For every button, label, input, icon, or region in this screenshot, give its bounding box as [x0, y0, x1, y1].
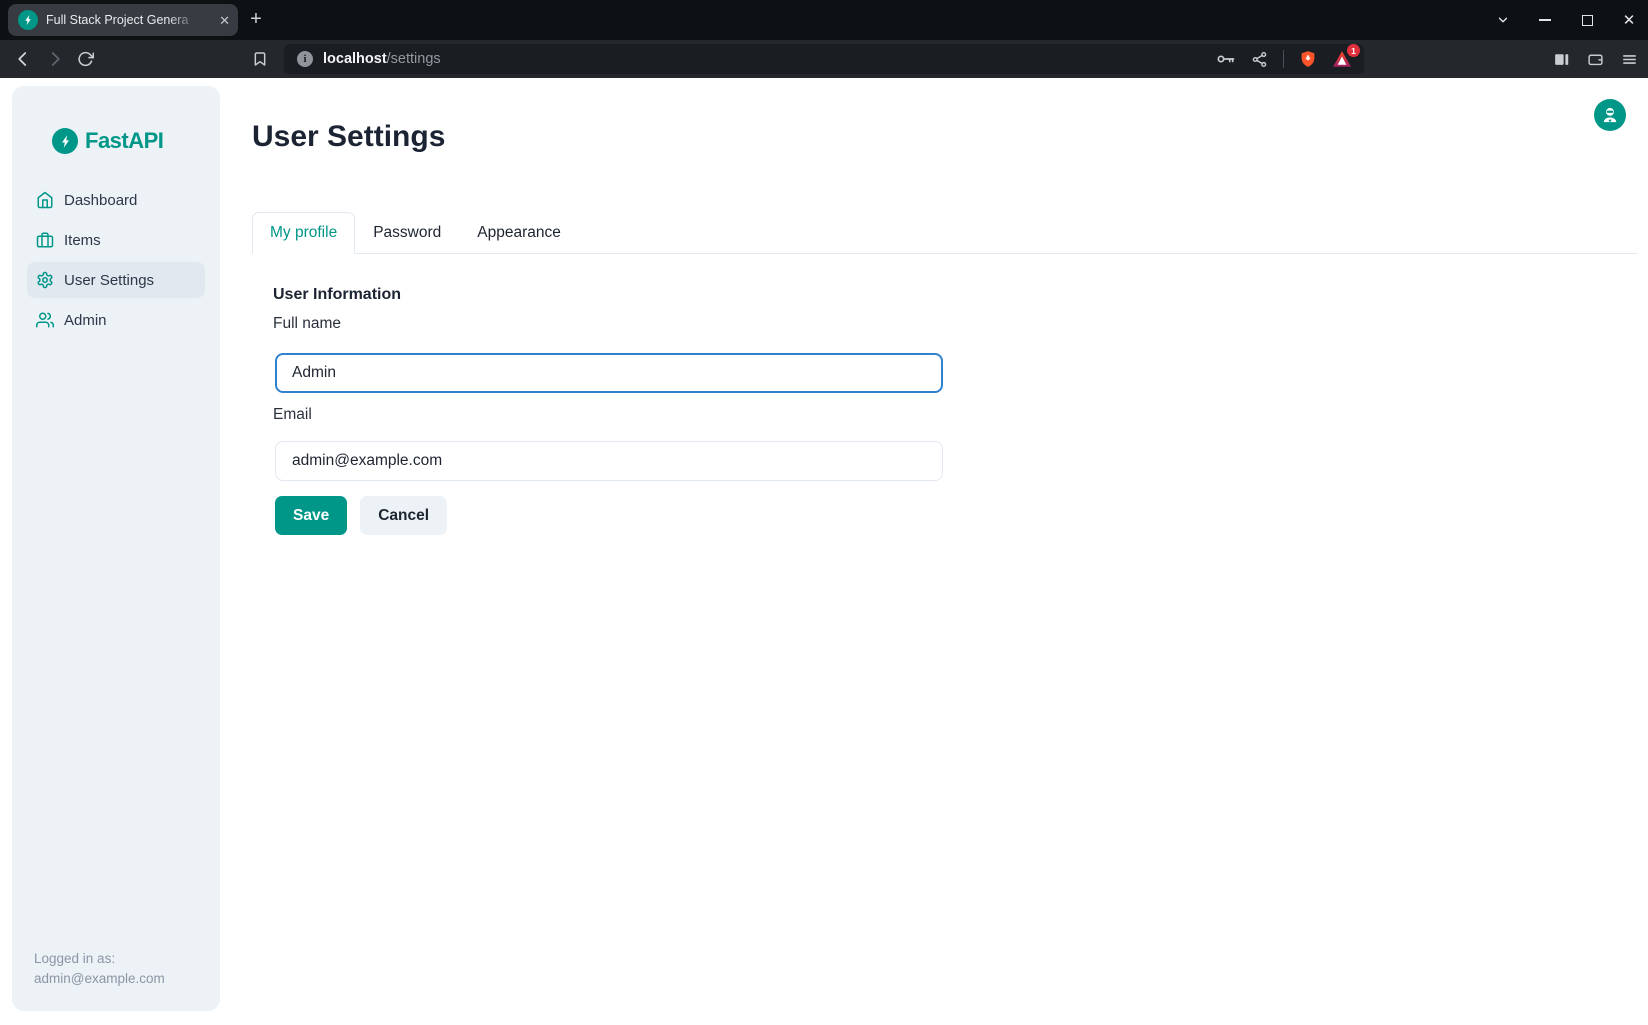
- sidebar-item-user-settings[interactable]: User Settings: [27, 262, 205, 298]
- brave-shield-icon[interactable]: [1299, 49, 1317, 69]
- gear-icon: [36, 271, 54, 289]
- full-name-input[interactable]: [275, 353, 943, 393]
- logged-in-email: admin@example.com: [34, 969, 165, 989]
- briefcase-icon: [36, 231, 54, 249]
- sidebar-item-label: Dashboard: [64, 192, 137, 209]
- fastapi-favicon-icon: [18, 10, 38, 30]
- users-icon: [36, 311, 54, 329]
- share-icon[interactable]: [1251, 51, 1268, 68]
- maximize-icon[interactable]: [1578, 11, 1596, 29]
- section-title: User Information: [273, 286, 401, 304]
- brave-rewards-icon[interactable]: 1: [1332, 50, 1352, 68]
- email-label: Email: [273, 406, 312, 424]
- window-chevron-icon[interactable]: [1494, 11, 1512, 29]
- close-icon[interactable]: ✕: [1620, 11, 1638, 29]
- minimize-icon[interactable]: [1536, 11, 1554, 29]
- fastapi-logo-text: FastAPI: [85, 128, 163, 154]
- back-icon[interactable]: [14, 50, 32, 68]
- fastapi-logo: FastAPI: [52, 128, 205, 154]
- email-input[interactable]: [275, 441, 943, 481]
- settings-page: FastAPI Dashboard Items User Settings: [0, 78, 1648, 1025]
- user-astronaut-icon: [1600, 105, 1620, 125]
- user-menu-button[interactable]: [1594, 99, 1626, 131]
- sidebar-item-items[interactable]: Items: [27, 222, 205, 258]
- browser-tab[interactable]: Full Stack Project Genera ✕: [8, 4, 238, 36]
- bookmark-icon[interactable]: [252, 51, 268, 67]
- tab-my-profile[interactable]: My profile: [252, 212, 355, 254]
- toolbar-divider: [1283, 50, 1284, 68]
- settings-tabs: My profile Password Appearance: [252, 212, 1637, 254]
- browser-toolbar: i localhost/settings 1: [0, 40, 1648, 78]
- fastapi-bolt-icon: [52, 128, 78, 154]
- sidebar-item-label: User Settings: [64, 272, 154, 289]
- tab-title: Full Stack Project Genera: [46, 13, 202, 27]
- sidebar-nav: Dashboard Items User Settings Admin: [27, 182, 205, 338]
- new-tab-button[interactable]: +: [244, 8, 268, 32]
- key-icon[interactable]: [1216, 49, 1236, 69]
- url-bar[interactable]: i localhost/settings 1: [284, 44, 1364, 74]
- browser-titlebar: Full Stack Project Genera ✕ + ✕: [0, 0, 1648, 40]
- save-button[interactable]: Save: [275, 496, 347, 535]
- sidebar-item-label: Admin: [64, 312, 107, 329]
- side-panel-icon[interactable]: [1553, 51, 1570, 68]
- url-text: localhost/settings: [323, 51, 441, 67]
- logged-in-footer: Logged in as: admin@example.com: [34, 949, 165, 989]
- menu-icon[interactable]: [1621, 51, 1638, 68]
- page-title: User Settings: [252, 120, 445, 154]
- tab-appearance[interactable]: Appearance: [459, 212, 579, 254]
- tab-close-icon[interactable]: ✕: [219, 14, 230, 27]
- reload-icon[interactable]: [77, 51, 94, 68]
- wallet-icon[interactable]: [1587, 51, 1604, 68]
- cancel-button[interactable]: Cancel: [360, 496, 447, 535]
- logged-in-label: Logged in as:: [34, 949, 165, 969]
- form-actions: Save Cancel: [275, 496, 447, 535]
- sidebar-item-dashboard[interactable]: Dashboard: [27, 182, 205, 218]
- home-icon: [36, 191, 54, 209]
- tab-password[interactable]: Password: [355, 212, 459, 254]
- sidebar-item-admin[interactable]: Admin: [27, 302, 205, 338]
- sidebar-item-label: Items: [64, 232, 101, 249]
- rewards-badge: 1: [1347, 44, 1360, 57]
- forward-icon[interactable]: [46, 50, 64, 68]
- sidebar: FastAPI Dashboard Items User Settings: [12, 86, 220, 1011]
- info-icon[interactable]: i: [297, 51, 313, 67]
- full-name-label: Full name: [273, 315, 341, 333]
